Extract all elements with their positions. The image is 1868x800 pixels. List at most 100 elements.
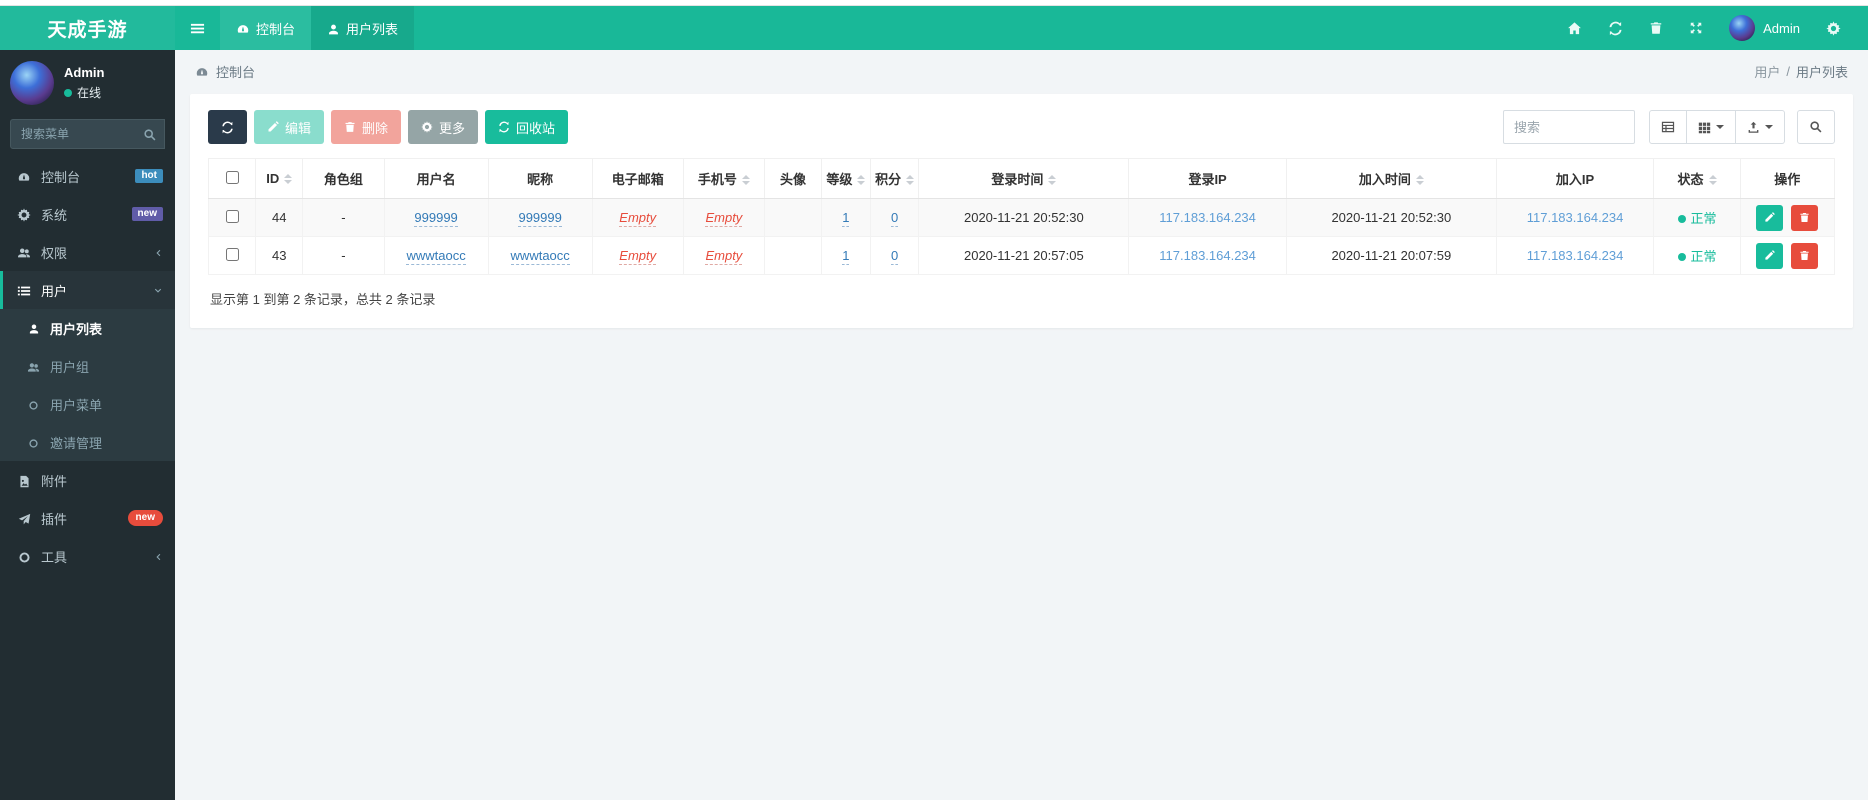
username-link[interactable]: wwwtaocc (406, 248, 466, 265)
breadcrumb-parent[interactable]: 用户 (1754, 62, 1780, 81)
score-link[interactable]: 0 (890, 210, 899, 227)
sidebar-item-label: 邀请管理 (50, 435, 103, 451)
header-score[interactable]: 积分 (869, 158, 920, 199)
header-login-time[interactable]: 登录时间 (918, 158, 1130, 199)
trash-icon (1800, 251, 1809, 260)
export-icon (1748, 121, 1759, 133)
header-username[interactable]: 用户名 (383, 158, 489, 199)
caret-down-icon (1765, 125, 1773, 129)
online-status: 在线 (77, 86, 102, 100)
toggle-view-button[interactable] (1649, 110, 1687, 144)
username-link[interactable]: 999999 (414, 210, 458, 227)
row-checkbox[interactable] (225, 209, 239, 223)
sort-icon (284, 174, 293, 184)
row-edit-button[interactable] (1756, 242, 1784, 269)
menu-search-input[interactable] (10, 119, 165, 149)
brand-logo[interactable]: 天成手游 (0, 6, 175, 50)
table-header-row: ID 角色组 用户名 昵称 电子邮箱 手机号 头像 等级 积分 登录时间 登录I… (207, 158, 1836, 199)
topbar: 天成手游 控制台 用户列表 Admin (0, 6, 1868, 50)
header-email[interactable]: 电子邮箱 (591, 158, 684, 199)
sidebar-item-user-group[interactable]: 用户组 (0, 347, 175, 385)
sidebar-item-label: 权限 (41, 245, 68, 261)
table-search-input[interactable] (1503, 110, 1635, 144)
row-checkbox[interactable] (225, 247, 239, 261)
sidebar-item-label: 用户 (41, 283, 68, 299)
email-link[interactable]: Empty (619, 210, 657, 227)
sidebar-item-system[interactable]: 系统 new (0, 195, 175, 233)
sidebar-item-dashboard[interactable]: 控制台 hot (0, 157, 175, 195)
columns-button[interactable] (1687, 110, 1736, 144)
header-avatar[interactable]: 头像 (764, 158, 822, 199)
header-mobile[interactable]: 手机号 (682, 158, 766, 199)
tab-dashboard[interactable]: 控制台 (220, 6, 312, 50)
nickname-link[interactable]: 999999 (518, 210, 562, 227)
cell-login-time: 2020-11-21 20:52:30 (918, 198, 1130, 237)
user-menu[interactable]: Admin (1716, 15, 1813, 41)
cell-id: 44 (255, 198, 304, 237)
sidebar-item-user[interactable]: 用户 (0, 271, 175, 309)
nickname-link[interactable]: wwwtaocc (510, 248, 570, 265)
select-all-checkbox[interactable] (225, 170, 239, 184)
users-icon (16, 244, 32, 260)
sidebar-item-label: 系统 (41, 207, 68, 223)
clear-cache-button[interactable] (1636, 21, 1676, 35)
refresh-button[interactable] (1595, 21, 1636, 36)
header-level[interactable]: 等级 (820, 158, 871, 199)
sidebar-item-label: 用户菜单 (50, 397, 103, 413)
dashboard-icon (16, 168, 32, 184)
tab-user-list[interactable]: 用户列表 (311, 6, 415, 50)
menu-search (10, 119, 165, 149)
sidebar-item-tools[interactable]: 工具 (0, 537, 175, 575)
recycle-bin-button[interactable]: 回收站 (485, 110, 569, 144)
sidebar-item-user-list[interactable]: 用户列表 (0, 309, 175, 347)
cell-status: 正常 (1653, 236, 1741, 275)
avatar[interactable] (10, 61, 54, 105)
header-join-time[interactable]: 加入时间 (1285, 158, 1497, 199)
header-nickname[interactable]: 昵称 (487, 158, 593, 199)
sidebar-user-panel: Admin 在线 (0, 50, 175, 117)
row-delete-button[interactable] (1791, 204, 1819, 231)
more-button[interactable]: 更多 (408, 110, 479, 144)
header-join-ip[interactable]: 加入IP (1495, 158, 1655, 199)
mobile-link[interactable]: Empty (705, 248, 743, 265)
level-link[interactable]: 1 (842, 210, 850, 227)
sidebar-item-auth[interactable]: 权限 (0, 233, 175, 271)
advanced-search-button[interactable] (1797, 110, 1835, 144)
home-button[interactable] (1554, 21, 1595, 36)
expand-icon (1690, 22, 1702, 34)
sort-icon (857, 175, 866, 185)
sidebar-toggle-button[interactable] (175, 6, 220, 50)
search-icon (1810, 121, 1822, 133)
cell-avatar (764, 236, 822, 275)
mobile-link[interactable]: Empty (705, 210, 743, 227)
email-link[interactable]: Empty (619, 248, 657, 265)
header-login-ip[interactable]: 登录IP (1128, 158, 1287, 199)
file-image-icon (16, 472, 32, 487)
export-button[interactable] (1736, 110, 1785, 144)
sidebar-item-user-menu[interactable]: 用户菜单 (0, 385, 175, 423)
user-list-panel: 编辑 删除 更多 回收站 搜索 ID 角色组 用户名 昵称 电子邮箱 手机号 头… (190, 94, 1853, 328)
row-delete-button[interactable] (1791, 242, 1819, 269)
cell-login-time: 2020-11-21 20:57:05 (918, 236, 1130, 275)
sort-icon (1415, 175, 1424, 185)
cell-rolegroup: - (302, 236, 385, 275)
edit-button[interactable]: 编辑 (254, 110, 325, 144)
sidebar-item-attachment[interactable]: 附件 (0, 461, 175, 499)
pencil-icon (1765, 212, 1776, 222)
score-link[interactable]: 0 (890, 248, 899, 265)
sidebar-item-label: 插件 (41, 511, 68, 527)
refresh-button[interactable] (208, 110, 247, 144)
status-dot-icon (1677, 253, 1686, 261)
cell-status: 正常 (1653, 198, 1741, 237)
sidebar-item-addon[interactable]: 插件 new (0, 499, 175, 537)
settings-button[interactable] (1813, 20, 1854, 36)
home-icon (1568, 21, 1582, 34)
fullscreen-button[interactable] (1676, 21, 1716, 35)
header-id[interactable]: ID (255, 158, 304, 199)
header-status[interactable]: 状态 (1653, 158, 1741, 199)
header-rolegroup[interactable]: 角色组 (302, 158, 385, 199)
row-edit-button[interactable] (1756, 204, 1784, 231)
sidebar-item-invite[interactable]: 邀请管理 (0, 423, 175, 461)
delete-button[interactable]: 删除 (331, 110, 402, 144)
level-link[interactable]: 1 (842, 248, 850, 265)
